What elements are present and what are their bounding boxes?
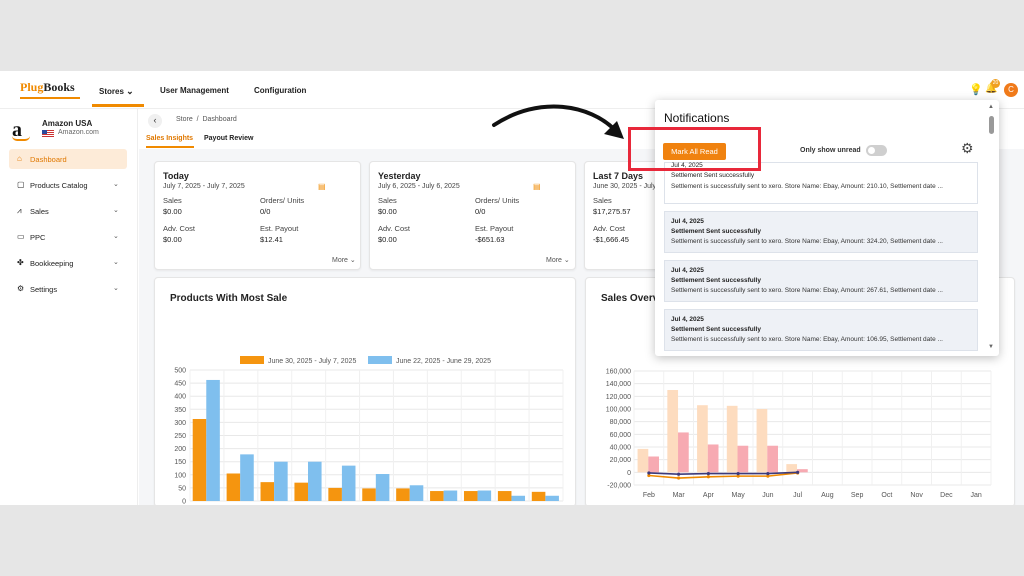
annotation-overlay: [492, 104, 624, 139]
annotation-arrow: [492, 104, 617, 132]
highlight-box: [628, 127, 761, 171]
